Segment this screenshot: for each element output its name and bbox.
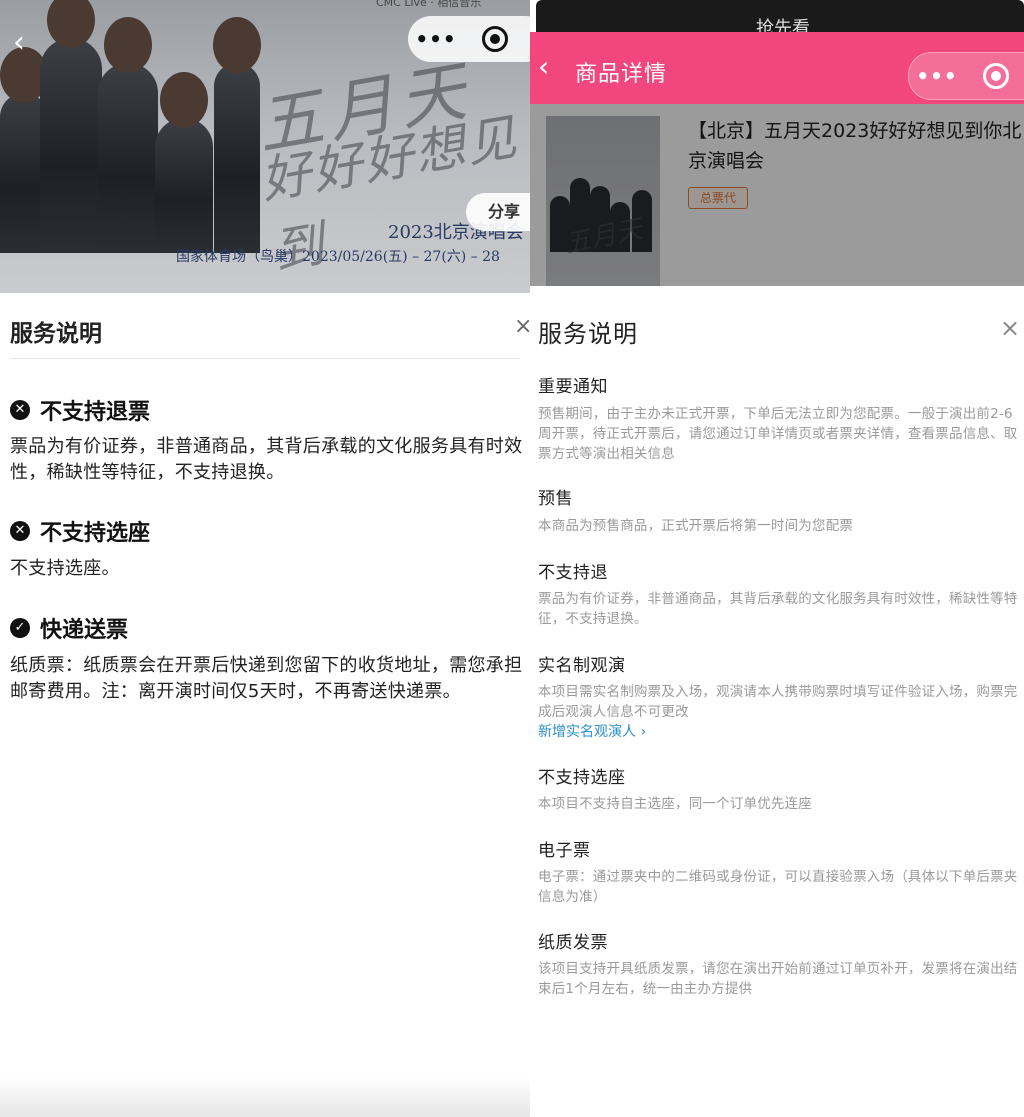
share-button[interactable]: 分享 (466, 193, 530, 231)
divider (10, 358, 520, 359)
concert-poster: CMC Live · 相信音乐 五月天 好好好想见到 2023北京演唱会 国家体… (0, 0, 530, 293)
background-page-bar: 抢先看 (536, 0, 1024, 32)
section-text: 该项目支持开具纸质发票，请您在演出开始前通过订单页补开，发票将在演出结束后1个月… (538, 961, 1018, 997)
left-screen: CMC Live · 相信音乐 五月天 好好好想见到 2023北京演唱会 国家体… (0, 0, 530, 1117)
section-title-express-delivery: ✓ 快递送票 (10, 612, 128, 644)
section-title-real-name: 实名制观演 (538, 656, 626, 676)
service-sheet: 服务说明 × 重要通知 预售期间，由于主办未正式开票，下单后无法立即为您配票。一… (530, 286, 1024, 1117)
bottom-fade (0, 1077, 530, 1117)
close-miniprogram-icon[interactable] (983, 63, 1009, 89)
poster-band-member (155, 72, 213, 253)
back-icon[interactable]: ‹ (4, 28, 34, 58)
section-title-paper-invoice: 纸质发票 (538, 933, 608, 953)
section-title-label: 快递送票 (40, 618, 129, 643)
section-text: 预售期间，由于主办未正式开票，下单后无法立即为您配票。一般于演出前2-6周开票，… (538, 406, 1018, 462)
nav-header: ‹ 商品详情 ••• (530, 32, 1024, 104)
section-title-no-seat-select: ✕ 不支持选座 (10, 515, 150, 547)
section-title-no-seat-select: 不支持选座 (538, 768, 626, 788)
section-text: 票品为有价证券，非普通商品，其背后承载的文化服务具有时效性，稀缺性等特征，不支持… (538, 591, 1018, 627)
section-title-presale: 预售 (538, 489, 573, 509)
close-icon[interactable]: × (514, 314, 530, 339)
section-title-no-refund: ✕ 不支持退票 (10, 394, 150, 426)
section-title-label: 不支持选座 (40, 521, 151, 546)
mini-program-capsule: ••• (408, 16, 530, 62)
section-title-label: 不支持退票 (40, 400, 151, 425)
add-attendee-link[interactable]: 新增实名观演人 › (538, 721, 646, 741)
right-screen: 抢先看 ‹ 商品详情 ••• 五月天 【北京】五月天2023好好好想见到你北京演… (530, 0, 1024, 1117)
more-icon[interactable]: ••• (408, 27, 464, 51)
section-text: 不支持选座。 (10, 558, 120, 579)
close-miniprogram-icon[interactable] (482, 26, 508, 52)
section-text: 本项目需实名制购票及入场，观演请本人携带购票时填写证件验证入场，购票完成后观演人… (538, 684, 1018, 720)
more-icon[interactable]: ••• (909, 64, 965, 88)
section-title-e-ticket: 电子票 (538, 841, 591, 861)
dim-overlay[interactable] (530, 104, 1024, 286)
cross-circle-icon: ✕ (10, 400, 30, 420)
close-icon[interactable]: × (1000, 314, 1020, 342)
sheet-title: 服务说明 (10, 321, 102, 347)
sheet-title: 服务说明 (538, 320, 638, 348)
section-title-no-refund: 不支持退 (538, 563, 608, 583)
mini-program-capsule: ••• (908, 52, 1024, 100)
check-circle-icon: ✓ (10, 618, 30, 638)
poster-band-member (98, 17, 158, 253)
poster-cmc-text: CMC Live · 相信音乐 (376, 0, 482, 9)
section-text: 票品为有价证券，非普通商品，其背后承载的文化服务具有时效性，稀缺性等特征，不支持… (10, 436, 523, 483)
section-text: 电子票：通过票夹中的二维码或身份证，可以直接验票入场（具体以下单后票夹信息为准） (538, 869, 1018, 905)
section-text: 本商品为预售商品，正式开票后将第一时间为您配票 (538, 518, 854, 534)
section-title-important-notice: 重要通知 (538, 377, 608, 397)
background-page-text: 抢先看 (756, 18, 810, 32)
cross-circle-icon: ✕ (10, 521, 30, 541)
page-title: 商品详情 (575, 62, 668, 87)
back-icon[interactable]: ‹ (538, 52, 549, 82)
section-text: 本项目不支持自主选座，同一个订单优先连座 (538, 796, 812, 812)
poster-venue-dates: 国家体育场（鸟巢）2023/05/26(五) – 27(六) – 28 (176, 249, 500, 265)
section-text: 纸质票：纸质票会在开票后快递到您留下的收货地址，需您承担邮寄费用。注：离开演时间… (10, 655, 523, 702)
poster-band-member (40, 0, 102, 253)
